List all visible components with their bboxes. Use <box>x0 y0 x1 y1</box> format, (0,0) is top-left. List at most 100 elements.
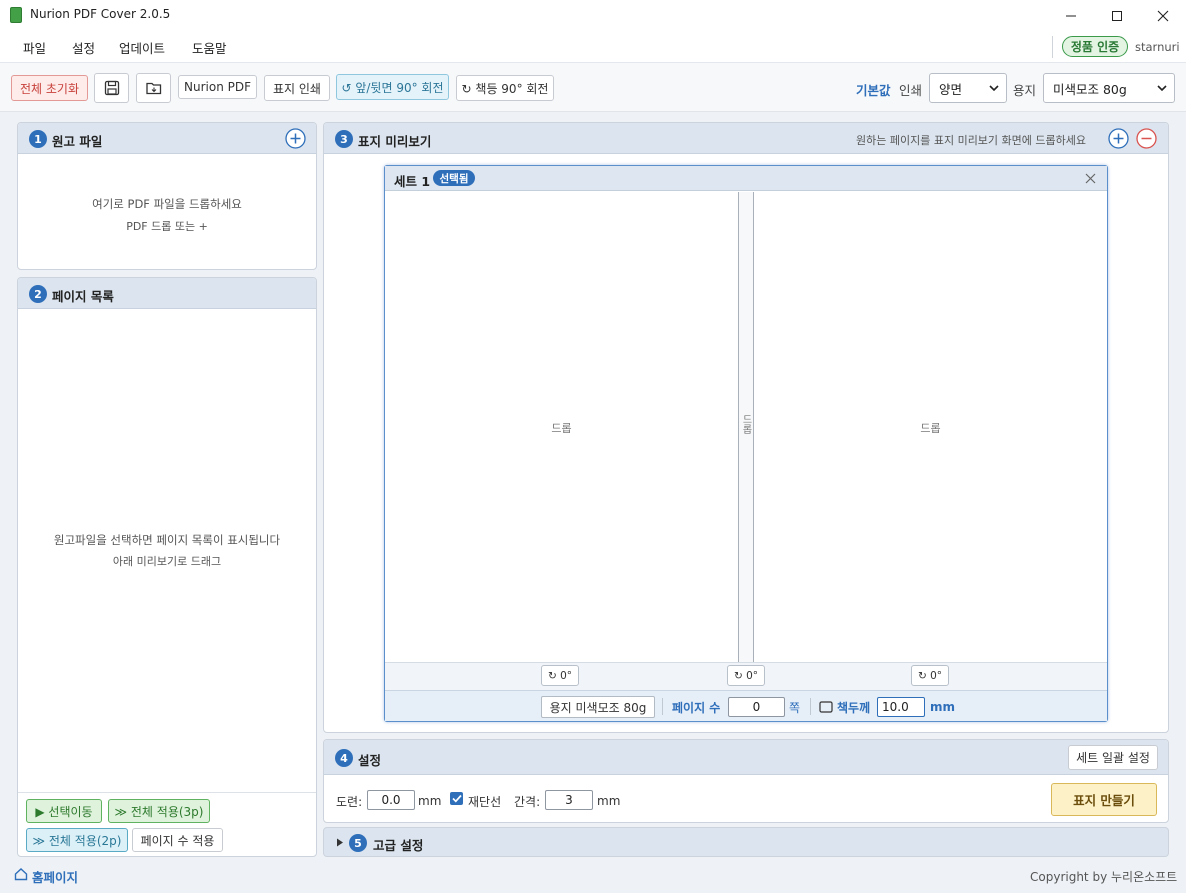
thickness-unit: mm <box>930 700 956 714</box>
divider <box>18 792 316 793</box>
gap-unit: mm <box>597 794 621 808</box>
menu-help[interactable]: 도움말 <box>192 38 227 57</box>
expand-triangle-icon[interactable] <box>336 838 344 847</box>
homepage-link[interactable]: 홈페이지 <box>32 867 78 886</box>
panel-header: 3 표지 미리보기 원하는 페이지를 표지 미리보기 화면에 드롭하세요 <box>324 123 1168 154</box>
title-bar: Nurion PDF Cover 2.0.5 <box>0 0 1186 31</box>
save-icon <box>104 80 119 96</box>
page-list-panel: 2 페이지 목록 원고파일을 선택하면 페이지 목록이 표시됩니다 아래 미리보… <box>17 277 317 857</box>
rotate-back-button[interactable]: ↻ 0° <box>541 665 579 686</box>
move-selected-button[interactable]: ▶ 선택이동 <box>26 799 102 823</box>
open-folder-button[interactable] <box>136 73 171 103</box>
print-label: 인쇄 <box>899 83 923 98</box>
panel-header: 4 설정 세트 일괄 설정 <box>324 740 1168 775</box>
chevron-down-icon <box>1157 85 1167 92</box>
minimize-icon <box>1066 15 1076 16</box>
book-icon <box>819 701 833 713</box>
set-paper-button[interactable]: 용지 미색모조 80g <box>541 696 655 718</box>
gap-input[interactable]: 3 <box>545 790 593 810</box>
panel-title: 페이지 목록 <box>52 289 114 304</box>
folder-open-icon <box>145 82 161 95</box>
paper-value: 미색모조 80g <box>1053 81 1127 97</box>
chevron-down-icon <box>989 85 999 92</box>
step-number: 3 <box>335 130 353 148</box>
preview-hint: 원하는 페이지를 표지 미리보기 화면에 드롭하세요 <box>856 134 1087 147</box>
add-file-icon[interactable] <box>285 128 306 149</box>
username: starnuri <box>1135 40 1180 54</box>
trim-marks-label: 재단선 <box>468 795 502 809</box>
panel-title: 원고 파일 <box>52 134 103 149</box>
front-drop-label: 드롭 <box>920 422 941 435</box>
thickness-input[interactable]: 10.0 <box>877 697 925 717</box>
paper-label: 용지 <box>1013 83 1037 98</box>
add-set-icon[interactable] <box>1108 128 1129 149</box>
page-list-hint: 원고파일을 선택하면 페이지 목록이 표시됩니다 <box>53 533 281 547</box>
back-cover-drop-zone[interactable]: 드롭 <box>385 192 738 662</box>
step-number: 2 <box>29 285 47 303</box>
selected-badge: 선택됨 <box>433 170 475 186</box>
page-count-label: 페이지 수 <box>672 701 721 715</box>
apply-page-count-button[interactable]: 페이지 수 적용 <box>132 828 223 852</box>
window-title: Nurion PDF Cover 2.0.5 <box>30 7 171 21</box>
back-drop-label: 드롭 <box>551 422 572 435</box>
save-button[interactable] <box>94 73 129 103</box>
page-count-input[interactable]: 0 <box>728 697 785 717</box>
maximize-icon <box>1112 10 1122 21</box>
reset-all-button[interactable]: 전체 초기화 <box>11 75 88 101</box>
print-mode-value: 양면 <box>939 81 963 97</box>
close-button[interactable] <box>1140 0 1186 31</box>
rotate-front-button[interactable]: ↻ 0° <box>911 665 949 686</box>
print-cover-button[interactable]: 표지 인쇄 <box>264 75 330 101</box>
spine-drop-label: 드롭 <box>740 414 751 434</box>
set-header: 세트 1 선택됨 <box>385 166 1107 191</box>
spine-drop-zone[interactable]: 드롭 <box>738 192 754 662</box>
nurion-pdf-button[interactable]: Nurion PDF <box>178 75 257 99</box>
paper-select[interactable]: 미색모조 80g <box>1043 73 1175 103</box>
maximize-button[interactable] <box>1094 0 1140 31</box>
step-number: 1 <box>29 130 47 148</box>
rotate-spine-button[interactable]: ↻ 책등 90° 회전 <box>456 75 554 101</box>
copyright-text: Copyright by 누리온소프트 <box>1030 870 1178 884</box>
menu-file[interactable]: 파일 <box>23 38 46 57</box>
manuscript-file-panel: 1 원고 파일 여기로 PDF 파일을 드롭하세요 PDF 드롭 또는 + <box>17 122 317 270</box>
license-badge[interactable]: 정품 인증 <box>1062 36 1128 57</box>
page-unit: 쪽 <box>789 701 801 715</box>
toolbar: 전체 초기화 Nurion PDF 표지 인쇄 ↺ 앞/뒷면 90° 회전 ↻ … <box>0 62 1186 112</box>
set-info-row: 용지 미색모조 80g 페이지 수 0 쪽 책두께 10.0 mm <box>385 690 1107 721</box>
remove-set-icon[interactable] <box>1136 128 1157 149</box>
set-card[interactable]: 세트 1 선택됨 드롭 드롭 드롭 용지 미색모조 80g 페이지 수 0 쪽 … <box>384 165 1108 722</box>
page-list-hint-secondary: 아래 미리보기로 드래그 <box>112 555 222 568</box>
advanced-settings-panel[interactable]: 5 고급 설정 <box>323 827 1169 857</box>
check-icon <box>451 794 462 803</box>
bleed-label: 도련: <box>336 795 363 809</box>
home-icon[interactable] <box>14 867 28 881</box>
batch-settings-button[interactable]: 세트 일괄 설정 <box>1068 745 1158 770</box>
drop-hint: 여기로 PDF 파일을 드롭하세요 <box>92 197 242 211</box>
settings-panel: 4 설정 세트 일괄 설정 도련: 0.0 mm 재단선 간격: 3 mm 표지… <box>323 739 1169 823</box>
panel-header: 1 원고 파일 <box>18 123 316 154</box>
apply-all-3p-button[interactable]: ≫ 전체 적용(3p) <box>108 799 210 823</box>
front-cover-drop-zone[interactable]: 드롭 <box>754 192 1107 662</box>
bleed-unit: mm <box>418 794 442 808</box>
apply-all-2p-button[interactable]: ≫ 전체 적용(2p) <box>26 828 128 852</box>
rotate-spine-button-set[interactable]: ↻ 0° <box>727 665 765 686</box>
app-icon <box>10 7 22 23</box>
drop-hint-secondary: PDF 드롭 또는 + <box>126 220 208 233</box>
panel-title: 고급 설정 <box>373 838 424 853</box>
divider <box>810 698 811 715</box>
make-cover-button[interactable]: 표지 만들기 <box>1051 783 1157 816</box>
step-number: 4 <box>335 749 353 767</box>
panel-header: 2 페이지 목록 <box>18 278 316 309</box>
bleed-input[interactable]: 0.0 <box>367 790 415 810</box>
step-number: 5 <box>349 834 367 852</box>
menu-divider <box>1052 36 1053 58</box>
minimize-button[interactable] <box>1048 0 1094 31</box>
trim-marks-checkbox[interactable] <box>450 792 463 805</box>
menu-settings[interactable]: 설정 <box>72 38 95 57</box>
panel-title: 설정 <box>358 753 382 768</box>
close-icon <box>1157 10 1169 21</box>
rotate-front-back-button[interactable]: ↺ 앞/뒷면 90° 회전 <box>336 74 449 100</box>
menu-update[interactable]: 업데이트 <box>119 38 165 57</box>
print-mode-select[interactable]: 양면 <box>929 73 1007 103</box>
close-set-icon[interactable] <box>1085 173 1096 184</box>
